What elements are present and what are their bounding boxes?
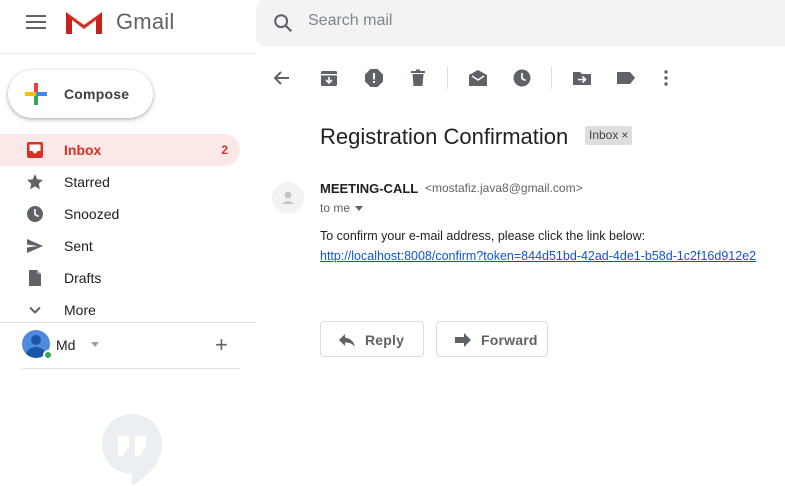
hangouts-icon — [102, 414, 162, 486]
sidebar-item-label: More — [64, 302, 96, 318]
sidebar-item-label: Inbox — [64, 142, 102, 158]
search-input[interactable] — [308, 12, 748, 30]
sidebar-item-snoozed[interactable]: Snoozed — [0, 198, 240, 230]
sidebar-item-sent[interactable]: Sent — [0, 230, 240, 262]
sender-avatar-icon — [272, 182, 304, 214]
recipient-label: to me — [320, 201, 351, 215]
sidebar-item-label: Sent — [64, 238, 93, 254]
reply-label: Reply — [365, 332, 405, 348]
sidebar-item-inbox[interactable]: Inbox 2 — [0, 134, 240, 166]
search-bar[interactable] — [256, 0, 785, 46]
add-contact-icon[interactable]: + — [215, 334, 228, 356]
sidebar-item-drafts[interactable]: Drafts — [0, 262, 240, 294]
compose-label: Compose — [64, 86, 130, 102]
sidebar-item-label: Drafts — [64, 270, 102, 286]
clock-icon — [27, 206, 43, 222]
toolbar-divider — [551, 67, 552, 89]
sender-email: <mostafiz.java8@gmail.com> — [425, 181, 583, 195]
archive-icon[interactable] — [319, 68, 339, 88]
sidebar-item-label: Snoozed — [64, 206, 120, 222]
reply-icon — [339, 334, 355, 347]
back-arrow-icon[interactable] — [272, 68, 292, 88]
caret-down-icon[interactable] — [91, 342, 99, 347]
compose-button[interactable]: Compose — [8, 70, 153, 118]
sidebar-divider — [0, 322, 256, 323]
caret-down-icon — [355, 206, 364, 212]
recipient-details[interactable]: to me — [320, 201, 364, 215]
plus-icon — [25, 83, 47, 105]
header-divider — [0, 53, 256, 54]
snooze-icon[interactable] — [512, 68, 532, 88]
app-name: Gmail — [116, 9, 175, 34]
mark-unread-icon[interactable] — [468, 68, 488, 88]
account-name: Md — [56, 337, 76, 353]
sender-name: MEETING-CALL — [320, 181, 419, 196]
account-divider — [22, 368, 240, 369]
delete-icon[interactable] — [408, 68, 428, 88]
star-icon — [27, 174, 43, 190]
sidebar-item-starred[interactable]: Starred — [0, 166, 240, 198]
hangouts-account[interactable]: Md + — [22, 330, 247, 362]
online-status-icon — [43, 350, 53, 360]
remove-label-icon[interactable]: × — [621, 128, 628, 142]
move-to-icon[interactable] — [572, 68, 592, 88]
forward-icon — [455, 333, 471, 347]
gmail-logo-icon[interactable] — [64, 8, 104, 36]
inbox-label-chip[interactable]: Inbox × — [585, 126, 633, 145]
report-spam-icon[interactable] — [364, 68, 384, 88]
message-subject: Registration Confirmation — [320, 124, 569, 149]
confirmation-link[interactable]: http://localhost:8008/confirm?token=844d… — [320, 249, 756, 263]
sidebar-item-label: Starred — [64, 174, 110, 190]
reply-button[interactable]: Reply — [320, 321, 424, 357]
more-vert-icon[interactable] — [656, 68, 676, 88]
forward-button[interactable]: Forward — [436, 321, 548, 357]
toolbar-divider — [447, 67, 448, 89]
draft-icon — [29, 270, 41, 286]
chevron-down-icon — [29, 306, 41, 314]
inbox-icon — [27, 142, 43, 158]
forward-label: Forward — [481, 332, 538, 348]
unread-count-badge: 2 — [221, 143, 228, 157]
search-icon[interactable] — [272, 12, 294, 34]
main-menu-icon[interactable] — [26, 15, 46, 29]
send-icon — [27, 239, 43, 253]
label-chip-text: Inbox — [589, 128, 619, 142]
message-body-text: To confirm your e-mail address, please c… — [320, 229, 646, 243]
labels-icon[interactable] — [616, 68, 636, 88]
